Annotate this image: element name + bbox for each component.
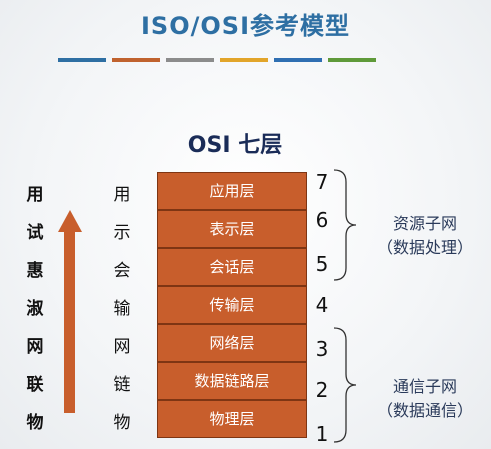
- slide-title: ISO/OSI参考模型: [141, 12, 350, 40]
- layer-session: 会话层: [157, 248, 307, 286]
- up-arrow-shaft: [64, 232, 75, 413]
- left-char: 联: [26, 375, 44, 395]
- left-char: 用: [26, 185, 44, 205]
- upper-brace: [333, 169, 357, 281]
- left-char: 惠: [26, 261, 44, 281]
- mid-char: 链: [113, 375, 131, 395]
- mid-char: 会: [113, 261, 131, 281]
- resource-subnet-label: 资源子网: [392, 214, 457, 233]
- left-char: 试: [26, 223, 44, 243]
- layer-data-link: 数据链路层: [157, 362, 307, 400]
- color-bar-4: [220, 58, 268, 62]
- mid-char: 用: [113, 185, 131, 205]
- color-bar-1: [58, 58, 106, 62]
- layer-physical: 物理层: [157, 400, 307, 438]
- color-bar-3: [166, 58, 214, 62]
- left-char: 物: [26, 413, 44, 433]
- comm-subnet-label: 通信子网: [392, 377, 457, 396]
- osi-heading: OSI 七层: [187, 133, 283, 158]
- layer-number: 4: [315, 293, 329, 317]
- color-bar-5: [274, 58, 322, 62]
- mid-char: 示: [113, 223, 131, 243]
- comm-subnet-sublabel: （数据通信）: [376, 401, 473, 420]
- lower-brace: [333, 327, 357, 443]
- mid-char: 网: [113, 337, 131, 357]
- mid-char: 输: [113, 299, 131, 319]
- color-bar-2: [112, 58, 160, 62]
- left-char: 淑: [26, 299, 44, 319]
- up-arrow-head: [58, 210, 82, 232]
- layer-application: 应用层: [157, 172, 307, 210]
- color-bar-6: [328, 58, 376, 62]
- left-char: 网: [26, 337, 44, 357]
- mid-char: 物: [113, 413, 131, 433]
- layer-presentation: 表示层: [157, 210, 307, 248]
- layer-network: 网络层: [157, 324, 307, 362]
- resource-subnet-sublabel: （数据处理）: [376, 238, 473, 257]
- layer-transport: 传输层: [157, 286, 307, 324]
